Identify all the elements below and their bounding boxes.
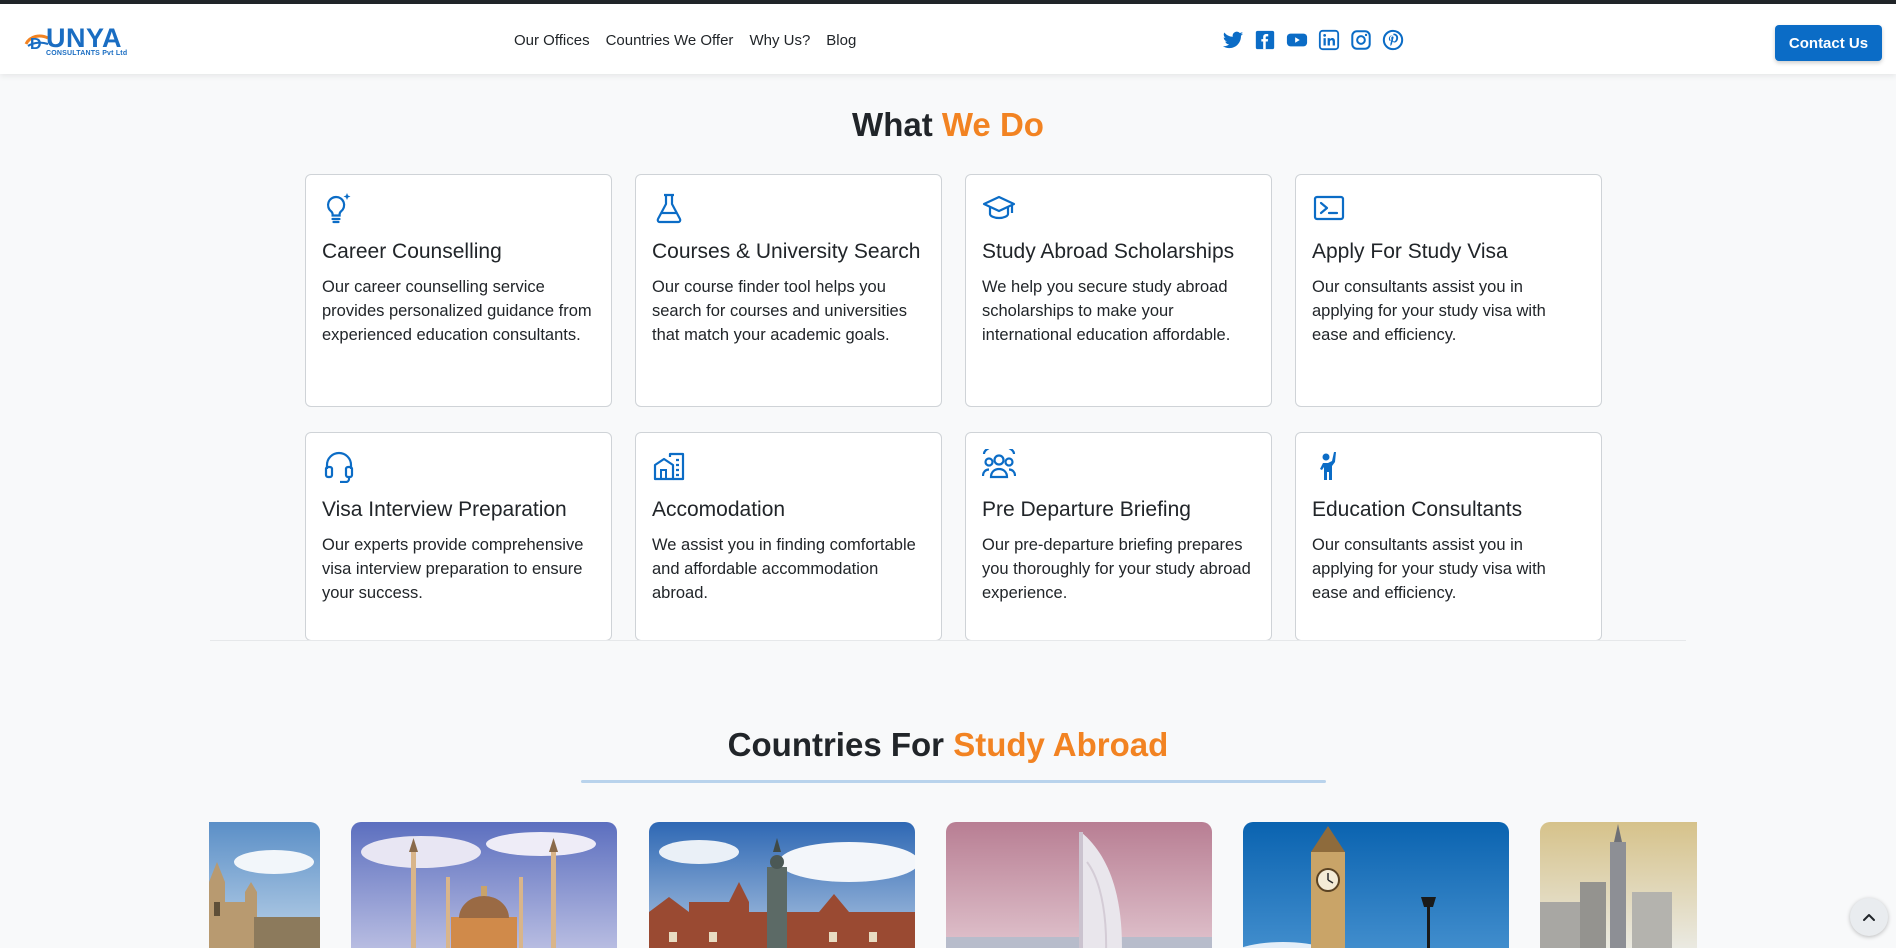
service-card-courses-university-search[interactable]: Courses & University Search Our course f… [635,174,942,407]
contact-us-button[interactable]: Contact Us [1775,25,1882,61]
service-card-education-consultants[interactable]: Education Consultants Our consultants as… [1295,432,1602,641]
title-main: Countries For [727,726,945,763]
logo-subtitle: CONSULTANTS Pvt Ltd [46,50,128,57]
social-links [1222,29,1404,51]
service-card-study-abroad-scholarships[interactable]: Study Abroad Scholarships We help you se… [965,174,1272,407]
people-icon [981,444,1017,483]
card-title: Accomodation [652,498,786,521]
card-title: Education Consultants [1312,498,1523,521]
country-carousel[interactable] [209,822,1697,948]
service-card-apply-for-study-visa[interactable]: Apply For Study Visa Our consultants ass… [1295,174,1602,407]
svg-text:D: D [30,36,42,50]
card-title: Career Counselling [322,240,502,263]
card-title: Apply For Study Visa [1312,240,1508,263]
service-card-pre-departure-briefing[interactable]: Pre Departure Briefing Our pre-departure… [965,432,1272,641]
site-header: D UNYA CONSULTANTS Pvt Ltd Our Offices C… [0,4,1896,74]
nav-blog[interactable]: Blog [826,30,856,52]
card-title: Visa Interview Preparation [322,498,567,521]
service-card-career-counselling[interactable]: Career Counselling Our career counsellin… [305,174,612,407]
country-card-partial-left[interactable] [209,822,320,948]
main-nav: Our Offices Countries We Offer Why Us? B… [514,30,856,52]
twitter-icon[interactable] [1222,29,1244,51]
service-card-accomodation[interactable]: Accomodation We assist you in finding co… [635,432,942,641]
mortarboard-icon [982,191,1016,225]
card-title: Pre Departure Briefing [982,498,1191,521]
youtube-icon[interactable] [1286,29,1308,51]
nav-countries-we-offer[interactable]: Countries We Offer [606,30,734,52]
country-card-turkey[interactable] [351,822,617,948]
title-underline [581,780,1326,783]
card-text: Our course finder tool helps you search … [652,278,907,344]
chevron-up-icon [1863,914,1875,921]
country-card-usa[interactable] [1540,822,1697,948]
flask-icon [652,191,686,225]
person-raised-hand-icon [1312,449,1346,483]
headphones-icon [322,449,356,484]
logo[interactable]: D UNYA CONSULTANTS Pvt Ltd [24,24,148,58]
logo-text: UNYA [46,23,123,53]
pinterest-icon[interactable] [1382,29,1404,51]
instagram-icon[interactable] [1350,29,1372,51]
card-text: Our consultants assist you in applying f… [1312,536,1546,602]
card-text: Our pre-departure briefing prepares you … [982,536,1251,602]
card-text: We help you secure study abroad scholars… [982,278,1231,344]
nav-our-offices[interactable]: Our Offices [514,30,590,52]
country-card-uk[interactable] [1243,822,1509,948]
country-card-uae[interactable] [946,822,1212,948]
section-divider [210,640,1686,641]
card-text: Our career counselling service provides … [322,278,592,344]
card-text: Our experts provide comprehensive visa i… [322,536,584,602]
title-accent: We Do [941,106,1044,143]
title-accent: Study Abroad [953,726,1169,763]
section-title-countries: Countries For Study Abroad [0,726,1896,764]
card-title: Study Abroad Scholarships [982,240,1235,263]
service-card-visa-interview-preparation[interactable]: Visa Interview Preparation Our experts p… [305,432,612,641]
card-text: We assist you in finding comfortable and… [652,536,916,602]
nav-why-us[interactable]: Why Us? [749,30,810,52]
card-text: Our consultants assist you in applying f… [1312,278,1546,344]
scroll-to-top-button[interactable] [1850,898,1888,936]
lightbulb-icon [322,191,356,225]
buildings-icon [652,449,686,483]
facebook-icon[interactable] [1254,29,1276,51]
linkedin-icon[interactable] [1318,29,1340,51]
country-card-denmark[interactable] [649,822,915,948]
title-main: What [852,106,933,143]
terminal-icon [1312,191,1346,225]
card-title: Courses & University Search [652,240,921,263]
section-title-what-we-do: What We Do [0,106,1896,144]
